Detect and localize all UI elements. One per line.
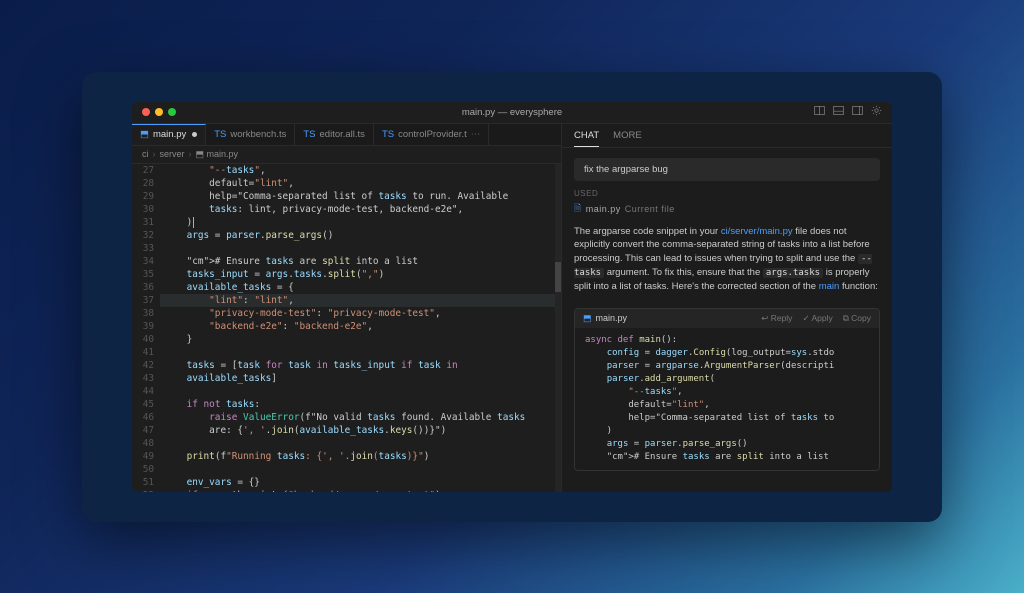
code-line[interactable]: "lint": "lint",	[160, 294, 555, 307]
editor-pane: ⬒ main.py TS workbench.ts TS editor.all.ts TS c…	[132, 124, 562, 492]
chat-prompt[interactable]: fix the argparse bug	[574, 158, 880, 181]
code-line[interactable]	[160, 437, 555, 450]
editor-tabs: ⬒ main.py TS workbench.ts TS editor.all.ts TS c…	[132, 124, 561, 146]
code-line[interactable]: "--tasks",	[160, 164, 555, 177]
snippet-line: "--tasks",	[585, 386, 869, 399]
code-line[interactable]: "backend-e2e": "backend-e2e",	[160, 320, 555, 333]
ts-icon: TS	[382, 129, 394, 140]
editor-window: main.py — everysphere ⬒ main.py TS workbenc…	[132, 102, 892, 492]
snippet-line: help="Comma-separated list of tasks to	[585, 412, 869, 425]
tab-main-py[interactable]: ⬒ main.py	[132, 124, 206, 145]
code-line[interactable]: "cm"># Ensure tasks are split into a lis…	[160, 255, 555, 268]
file-link[interactable]: ci/server/main.py	[721, 226, 793, 237]
python-icon: ⬒	[583, 313, 592, 324]
file-icon: 🗎	[574, 201, 582, 217]
snippet-line: async def main():	[585, 334, 869, 347]
snippet-body[interactable]: async def main(): config = dagger.Config…	[575, 328, 879, 470]
tab-workbench-ts[interactable]: TS workbench.ts	[206, 124, 295, 145]
code-line[interactable]	[160, 385, 555, 398]
breadcrumb-segment[interactable]: ⬒ main.py	[196, 149, 239, 160]
symbol-link[interactable]: main	[819, 281, 840, 292]
tab-editor-all-ts[interactable]: TS editor.all.ts	[295, 124, 374, 145]
py-icon: ⬒	[140, 129, 149, 140]
line-gutter: 2728293031323334353637383940414243444546…	[132, 164, 160, 492]
dirty-indicator	[192, 132, 197, 137]
ts-icon: TS	[214, 129, 226, 140]
ts-icon: TS	[303, 129, 315, 140]
snippet-line: parser.add_argument(	[585, 373, 869, 386]
breadcrumb[interactable]: ci›server›⬒ main.py	[132, 146, 561, 164]
used-file[interactable]: 🗎 main.py Current file	[574, 201, 880, 217]
code-line[interactable]: if os.path.exists("backend/server/.env.t…	[160, 489, 555, 492]
titlebar: main.py — everysphere	[132, 102, 892, 124]
chat-tabs: CHAT MORE	[562, 124, 892, 148]
snippet-line: )	[585, 425, 869, 438]
code-line[interactable]: }	[160, 333, 555, 346]
code-line[interactable]	[160, 463, 555, 476]
code-line[interactable]	[160, 346, 555, 359]
tab-label: controlProvider.t	[398, 129, 467, 140]
code-line[interactable]: tasks: lint, privacy-mode-test, backend-…	[160, 203, 555, 216]
code-line[interactable]: print(f"Running tasks: {', '.join(tasks)…	[160, 450, 555, 463]
code-line[interactable]: args = parser.parse_args()	[160, 229, 555, 242]
snippet-action-copy[interactable]: ⧉ Copy	[843, 313, 871, 324]
minimap[interactable]	[555, 164, 561, 492]
chat-tab-chat[interactable]: CHAT	[574, 130, 599, 147]
window-title: main.py — everysphere	[132, 107, 892, 118]
snippet-line: default="lint",	[585, 399, 869, 412]
code-line[interactable]: )	[160, 216, 555, 229]
used-label: USED	[562, 189, 892, 198]
breadcrumb-segment[interactable]: server	[160, 149, 185, 160]
snippet-line: "cm"># Ensure tasks are split into a lis…	[585, 451, 869, 464]
snippet-line: parser = argparse.ArgumentParser(descrip…	[585, 360, 869, 373]
snippet-action-apply[interactable]: ✓ Apply	[802, 313, 832, 324]
chat-tab-more[interactable]: MORE	[613, 130, 642, 147]
code-line[interactable]: are: {', '.join(available_tasks.keys())}…	[160, 424, 555, 437]
chat-response: The argparse code snippet in your ci/ser…	[562, 217, 892, 302]
tab-label: main.py	[153, 129, 186, 140]
code-line[interactable]: default="lint",	[160, 177, 555, 190]
code-line[interactable]: help="Comma-separated list of tasks to r…	[160, 190, 555, 203]
code-line[interactable]: tasks_input = args.tasks.split(",")	[160, 268, 555, 281]
code-line[interactable]: available_tasks]	[160, 372, 555, 385]
outer-card: main.py — everysphere ⬒ main.py TS workbenc…	[82, 72, 942, 522]
inline-code: args.tasks	[763, 268, 823, 278]
code-editor[interactable]: 2728293031323334353637383940414243444546…	[132, 164, 561, 492]
code-line[interactable]: env_vars = {}	[160, 476, 555, 489]
tab-label: editor.all.ts	[320, 129, 365, 140]
code-line[interactable]	[160, 242, 555, 255]
snippet-line: config = dagger.Config(log_output=sys.st…	[585, 347, 869, 360]
code-line[interactable]: tasks = [task for task in tasks_input if…	[160, 359, 555, 372]
used-file-name: main.py	[586, 204, 621, 214]
code-line[interactable]: raise ValueError(f"No valid tasks found.…	[160, 411, 555, 424]
code-line[interactable]: available_tasks = {	[160, 281, 555, 294]
code-lines[interactable]: "--tasks", default="lint", help="Comma-s…	[160, 164, 555, 492]
breadcrumb-segment[interactable]: ci	[142, 149, 149, 160]
code-snippet: ⬒ main.py ↩ Reply ✓ Apply ⧉ Copy async def …	[574, 308, 880, 471]
code-line[interactable]: "privacy-mode-test": "privacy-mode-test"…	[160, 307, 555, 320]
code-line[interactable]: if not tasks:	[160, 398, 555, 411]
snippet-filename: main.py	[596, 313, 628, 323]
snippet-action-reply[interactable]: ↩ Reply	[761, 313, 792, 324]
chat-pane: CHAT MORE fix the argparse bug USED 🗎 mai…	[562, 124, 892, 492]
tab-label: workbench.ts	[230, 129, 286, 140]
tab-controlProvider-t[interactable]: TScontrolProvider.t⋯	[374, 124, 489, 145]
used-file-suffix: Current file	[625, 204, 675, 214]
snippet-line: args = parser.parse_args()	[585, 438, 869, 451]
